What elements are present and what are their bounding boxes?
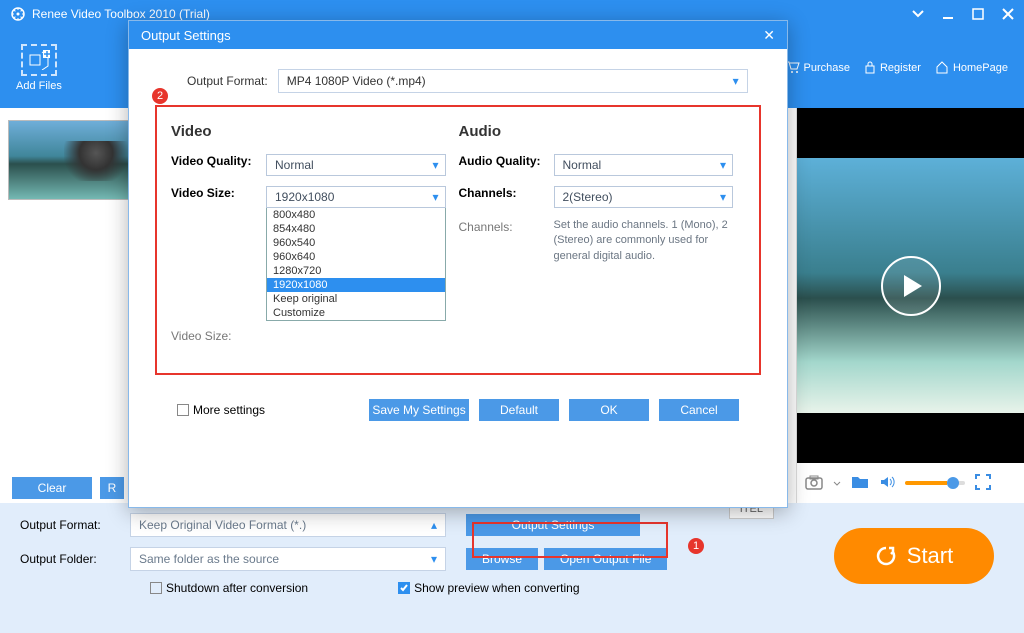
output-folder-label: Output Folder: [20, 552, 130, 566]
video-size-option[interactable]: 1920x1080 [267, 278, 445, 292]
video-size-option[interactable]: 960x540 [267, 236, 445, 250]
channels-help-text: Set the audio channels. 1 (Mono), 2 (Ste… [554, 218, 734, 264]
close-icon[interactable] [1002, 8, 1014, 20]
purchase-link[interactable]: Purchase [786, 60, 850, 77]
output-format-dropdown[interactable]: Keep Original Video Format (*.)▴ [130, 513, 446, 537]
highlight-box-1 [472, 522, 668, 558]
video-size-dropdown[interactable]: 1920x1080▾ [266, 186, 446, 208]
channels-help-label: Channels: [459, 218, 554, 234]
app-title: Renee Video Toolbox 2010 (Trial) [32, 7, 210, 21]
output-folder-dropdown[interactable]: Same folder as the source▾ [130, 547, 446, 571]
video-size-help-label: Video Size: [171, 327, 266, 343]
shutdown-checkbox[interactable]: Shutdown after conversion [150, 581, 308, 595]
dialog-output-format-dropdown[interactable]: MP4 1080P Video (*.mp4)▾ [278, 69, 748, 93]
video-quality-dropdown[interactable]: Normal▾ [266, 154, 446, 176]
video-heading: Video [171, 123, 458, 140]
video-preview [797, 108, 1024, 463]
preview-checkbox[interactable]: Show preview when converting [398, 581, 579, 595]
fullscreen-icon[interactable] [975, 474, 991, 493]
video-size-option[interactable]: 800x480 [267, 208, 445, 222]
screenshot-arrow-icon[interactable] [833, 476, 841, 490]
video-size-option[interactable]: 960x640 [267, 250, 445, 264]
audio-heading: Audio [459, 123, 746, 140]
dialog-title: Output Settings [141, 28, 231, 43]
app-logo-icon [10, 6, 32, 22]
clear-button[interactable]: Clear [12, 477, 92, 499]
video-size-option[interactable]: Keep original [267, 292, 445, 306]
more-settings-checkbox[interactable]: More settings [177, 403, 265, 417]
maximize-icon[interactable] [972, 8, 984, 20]
cancel-button[interactable]: Cancel [659, 399, 739, 421]
video-size-label: Video Size: [171, 186, 266, 200]
homepage-link[interactable]: HomePage [935, 60, 1008, 77]
volume-icon[interactable] [879, 474, 895, 493]
video-quality-label: Video Quality: [171, 154, 266, 168]
register-link[interactable]: Register [864, 60, 921, 77]
output-settings-dialog: Output Settings ✕ Output Format: MP4 108… [128, 20, 788, 508]
output-format-label: Output Format: [20, 518, 130, 532]
audio-quality-dropdown[interactable]: Normal▾ [554, 154, 734, 176]
ok-button[interactable]: OK [569, 399, 649, 421]
dialog-close-icon[interactable]: ✕ [763, 27, 775, 44]
volume-slider[interactable] [905, 481, 965, 485]
minimize-icon[interactable] [942, 8, 954, 20]
save-my-settings-button[interactable]: Save My Settings [369, 399, 469, 421]
badge-1: 1 [688, 538, 704, 554]
r-button[interactable]: R [100, 477, 124, 499]
dialog-output-format-label: Output Format: [187, 74, 268, 88]
add-files-button[interactable]: Add Files [16, 44, 62, 92]
open-folder-icon[interactable] [851, 474, 869, 493]
add-files-label: Add Files [16, 80, 62, 92]
dialog-titlebar: Output Settings ✕ [129, 21, 787, 49]
home-icon [935, 60, 949, 77]
video-size-options-list[interactable]: 800x480854x480960x540960x6401280x7201920… [266, 208, 446, 321]
video-size-option[interactable]: 1280x720 [267, 264, 445, 278]
channels-label: Channels: [459, 186, 554, 200]
screenshot-icon[interactable] [805, 474, 823, 493]
badge-2: 2 [152, 88, 168, 104]
video-size-option[interactable]: 854x480 [267, 222, 445, 236]
menu-dropdown-icon[interactable] [912, 10, 924, 18]
lock-icon [864, 60, 876, 77]
video-size-option[interactable]: Customize [267, 306, 445, 320]
preview-pane [797, 108, 1024, 503]
start-button[interactable]: Start [834, 528, 994, 584]
default-button[interactable]: Default [479, 399, 559, 421]
highlight-box-2: Video Video Quality: Normal▾ Video Size:… [155, 105, 761, 375]
audio-quality-label: Audio Quality: [459, 154, 554, 168]
play-button[interactable] [881, 256, 941, 316]
channels-dropdown[interactable]: 2(Stereo)▾ [554, 186, 734, 208]
